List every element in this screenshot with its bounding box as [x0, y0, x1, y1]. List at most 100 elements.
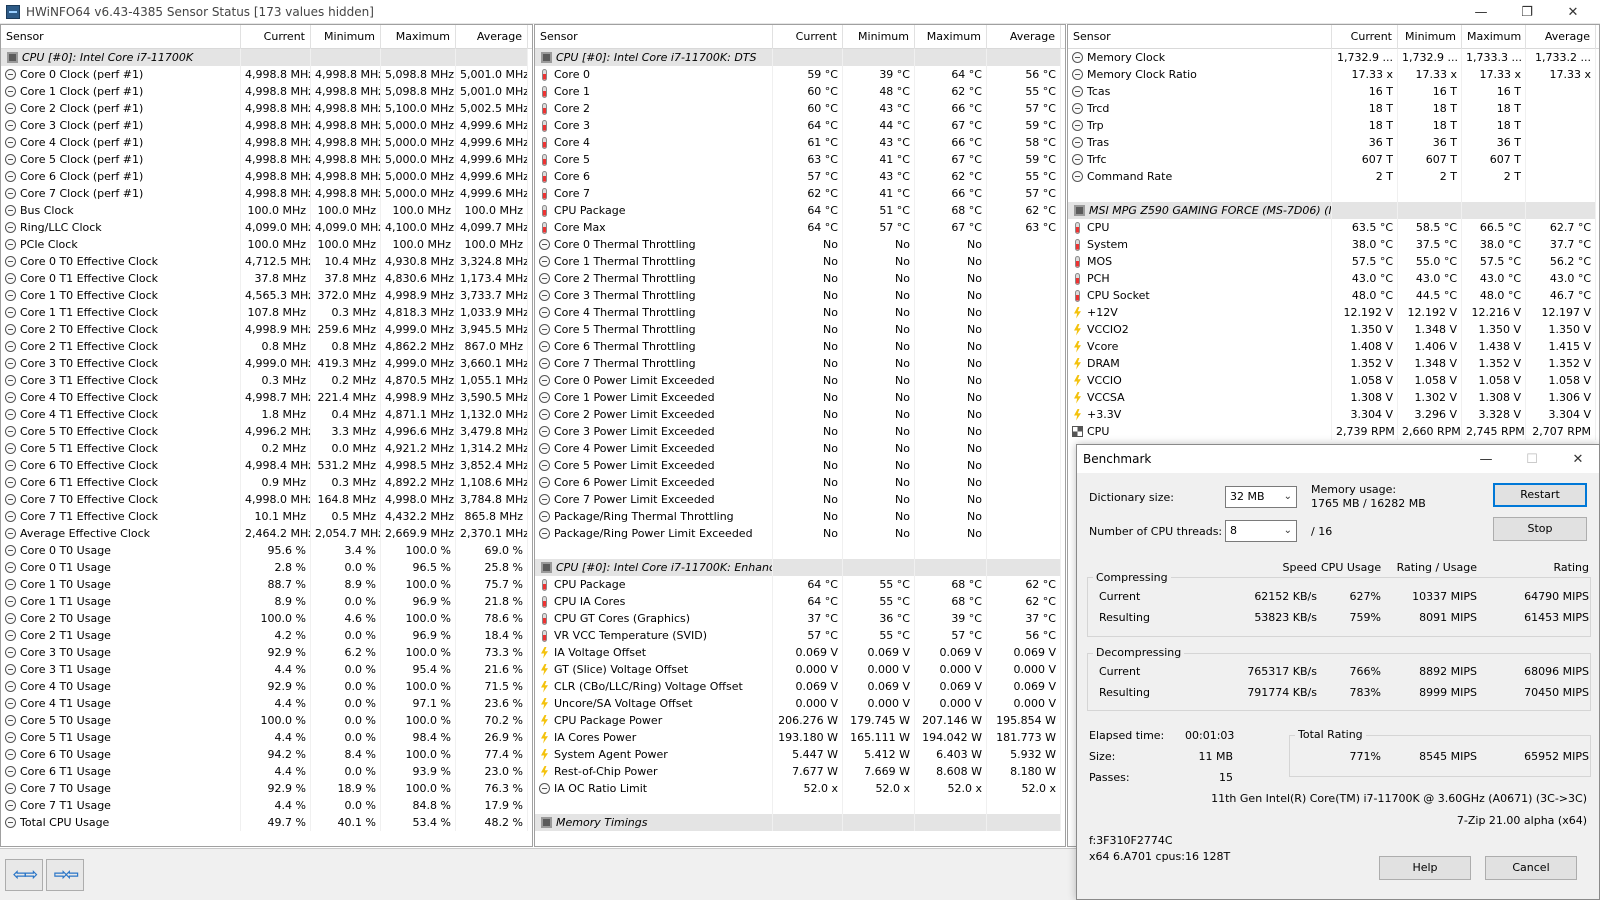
table-row[interactable]: IA OC Ratio Limit 52.0 x 52.0 x 52.0 x 52.0 … — [535, 780, 1065, 797]
table-row[interactable]: Core 3 T0 Effective Clock 4,999.0 MHz 419.… — [1, 355, 532, 372]
table-row[interactable]: Core 1 Clock (perf #1) 4,998.8 MHz 4,998.8… — [1, 83, 532, 100]
minimize-button[interactable]: — — [1458, 0, 1504, 24]
table-row[interactable]: Core 5 T1 Effective Clock 0.2 MHz 0.0 MHz 4… — [1, 440, 532, 457]
table-row[interactable]: Core 1 T0 Usage 88.7 % 8.9 % 100.0 % 75.7 % — [1, 576, 532, 593]
table-row[interactable]: +12V 12.192 V 12.192 V 12.216 V 12.197 V — [1068, 304, 1599, 321]
maximize-button[interactable]: ❐ — [1504, 0, 1550, 24]
table-row[interactable]: Core 0 T0 Effective Clock 4,712.5 MHz 10.4… — [1, 253, 532, 270]
table-row[interactable]: Core 7 62 °C 41 °C 66 °C 57 °C — [535, 185, 1065, 202]
table-row[interactable]: Core 4 61 °C 43 °C 66 °C 58 °C — [535, 134, 1065, 151]
table-row[interactable]: Core 1 Thermal Throttling No No No — [535, 253, 1065, 270]
table-row[interactable]: Trcd 18 T 18 T 18 T — [1068, 100, 1599, 117]
table-row[interactable]: Core 6 57 °C 43 °C 62 °C 55 °C — [535, 168, 1065, 185]
navigate-left-button[interactable]: ⇦⇨ — [5, 859, 43, 891]
table-row[interactable]: Core 0 Clock (perf #1) 4,998.8 MHz 4,998.8… — [1, 66, 532, 83]
table-row[interactable]: Core 5 63 °C 41 °C 67 °C 59 °C — [535, 151, 1065, 168]
table-row[interactable]: Core 5 T0 Usage 100.0 % 0.0 % 100.0 % 70.2 % — [1, 712, 532, 729]
table-row[interactable]: Core 6 T1 Usage 4.4 % 0.0 % 93.9 % 23.0 % — [1, 763, 532, 780]
table-row[interactable]: CPU 2,739 RPM 2,660 RPM 2,745 RPM 2,707 RPM — [1068, 423, 1599, 440]
table-row[interactable]: CPU Package 64 °C 55 °C 68 °C 62 °C — [535, 576, 1065, 593]
table-row[interactable]: Core 7 Clock (perf #1) 4,998.8 MHz 4,998.8… — [1, 185, 532, 202]
sensor-group-header[interactable]: CPU [#0]: Intel Core i7-11700K: Enhanced — [535, 559, 1065, 576]
table-row[interactable]: Core 4 Power Limit Exceeded No No No — [535, 440, 1065, 457]
column-header-average[interactable]: Average — [456, 25, 528, 49]
table-row[interactable]: Core 3 Thermal Throttling No No No — [535, 287, 1065, 304]
table-row[interactable]: Core 6 T0 Usage 94.2 % 8.4 % 100.0 % 77.4 % — [1, 746, 532, 763]
column-header-average[interactable]: Average — [1526, 25, 1596, 49]
table-row[interactable]: Core 2 T0 Usage 100.0 % 4.6 % 100.0 % 78.6 % — [1, 610, 532, 627]
sensor-panel-2[interactable]: Sensor Current Minimum Maximum Average CPU [… — [534, 24, 1066, 847]
table-row[interactable]: Core 0 T1 Effective Clock 37.8 MHz 37.8 MH… — [1, 270, 532, 287]
sensor-group-header[interactable]: MSI MPG Z590 GAMING FORCE (MS-7D06) (Nuv… — [1068, 202, 1599, 219]
table-row[interactable]: Core 1 60 °C 48 °C 62 °C 55 °C — [535, 83, 1065, 100]
table-row[interactable]: DRAM 1.352 V 1.348 V 1.352 V 1.352 V — [1068, 355, 1599, 372]
table-row[interactable]: Core 5 Clock (perf #1) 4,998.8 MHz 4,998.8… — [1, 151, 532, 168]
table-row[interactable]: Core 2 T0 Effective Clock 4,998.9 MHz 259.… — [1, 321, 532, 338]
cancel-button[interactable]: Cancel — [1485, 856, 1577, 880]
table-row[interactable]: Core 5 T0 Effective Clock 4,996.2 MHz 3.3 … — [1, 423, 532, 440]
table-row[interactable]: VR VCC Temperature (SVID) 57 °C 55 °C 57 °C… — [535, 627, 1065, 644]
table-row[interactable]: Core 0 59 °C 39 °C 64 °C 56 °C — [535, 66, 1065, 83]
table-row[interactable]: Core 5 Thermal Throttling No No No — [535, 321, 1065, 338]
dictionary-size-select[interactable]: 32 MB ⌄ — [1225, 486, 1297, 508]
table-row[interactable]: CPU 63.5 °C 58.5 °C 66.5 °C 62.7 °C — [1068, 219, 1599, 236]
table-row[interactable]: Rest-of-Chip Power 7.677 W 7.669 W 8.608 W 8… — [535, 763, 1065, 780]
table-row[interactable]: Memory Clock Ratio 17.33 x 17.33 x 17.33 x 1… — [1068, 66, 1599, 83]
table-row[interactable]: VCCIO2 1.350 V 1.348 V 1.350 V 1.350 V — [1068, 321, 1599, 338]
table-row[interactable]: Core 2 T1 Usage 4.2 % 0.0 % 96.9 % 18.4 % — [1, 627, 532, 644]
column-header-average[interactable]: Average — [987, 25, 1061, 49]
table-row[interactable]: Core 5 T1 Usage 4.4 % 0.0 % 98.4 % 26.9 % — [1, 729, 532, 746]
table-row[interactable]: Core 7 Thermal Throttling No No No — [535, 355, 1065, 372]
table-row[interactable]: Package/Ring Power Limit Exceeded No No No — [535, 525, 1065, 542]
column-header-current[interactable]: Current — [241, 25, 311, 49]
table-row[interactable]: Core 7 T1 Usage 4.4 % 0.0 % 84.8 % 17.9 % — [1, 797, 532, 814]
table-row[interactable]: Core 6 Thermal Throttling No No No — [535, 338, 1065, 355]
table-row[interactable]: CPU IA Cores 64 °C 55 °C 68 °C 62 °C — [535, 593, 1065, 610]
column-header-sensor[interactable]: Sensor — [1068, 25, 1332, 49]
benchmark-minimize-button[interactable]: — — [1463, 445, 1509, 473]
table-row[interactable]: Core 0 T1 Usage 2.8 % 0.0 % 96.5 % 25.8 % — [1, 559, 532, 576]
table-row[interactable]: Core 2 60 °C 43 °C 66 °C 57 °C — [535, 100, 1065, 117]
table-row[interactable]: Core 3 64 °C 44 °C 67 °C 59 °C — [535, 117, 1065, 134]
table-row[interactable]: CPU Package 64 °C 51 °C 68 °C 62 °C — [535, 202, 1065, 219]
table-row[interactable]: Core 6 T1 Effective Clock 0.9 MHz 0.3 MHz 4… — [1, 474, 532, 491]
table-row[interactable]: Core 4 Clock (perf #1) 4,998.8 MHz 4,998.8… — [1, 134, 532, 151]
table-row[interactable]: Core 4 T0 Usage 92.9 % 0.0 % 100.0 % 71.5 % — [1, 678, 532, 695]
table-row[interactable]: System Agent Power 5.447 W 5.412 W 6.403 W 5… — [535, 746, 1065, 763]
table-row[interactable]: Memory Clock 1,732.9 ... 1,732.9 ... 1,733.… — [1068, 49, 1599, 66]
table-row[interactable]: Average Effective Clock 2,464.2 MHz 2,054.… — [1, 525, 532, 542]
table-row[interactable]: Core 4 T1 Effective Clock 1.8 MHz 0.4 MHz 4… — [1, 406, 532, 423]
table-row[interactable]: Core 3 Clock (perf #1) 4,998.8 MHz 4,998.8… — [1, 117, 532, 134]
table-row[interactable]: CLR (CBo/LLC/Ring) Voltage Offset 0.069 V… — [535, 678, 1065, 695]
table-row[interactable]: Core 0 Power Limit Exceeded No No No — [535, 372, 1065, 389]
table-row[interactable]: Core 4 T0 Effective Clock 4,998.7 MHz 221.… — [1, 389, 532, 406]
table-row[interactable]: PCIe Clock 100.0 MHz 100.0 MHz 100.0 MHz 100… — [1, 236, 532, 253]
table-row[interactable]: Core 1 Power Limit Exceeded No No No — [535, 389, 1065, 406]
table-row[interactable]: Core 2 Thermal Throttling No No No — [535, 270, 1065, 287]
table-row[interactable]: CPU GT Cores (Graphics) 37 °C 36 °C 39 °C 37… — [535, 610, 1065, 627]
table-row[interactable]: Command Rate 2 T 2 T 2 T — [1068, 168, 1599, 185]
table-row[interactable]: Core 1 T1 Effective Clock 107.8 MHz 0.3 MH… — [1, 304, 532, 321]
table-row[interactable]: Core 3 Power Limit Exceeded No No No — [535, 423, 1065, 440]
table-row[interactable]: Core 0 Thermal Throttling No No No — [535, 236, 1065, 253]
sensor-panel-1[interactable]: Sensor Current Minimum Maximum Average CPU [… — [0, 24, 533, 847]
column-header-current[interactable]: Current — [1332, 25, 1398, 49]
column-header-maximum[interactable]: Maximum — [381, 25, 456, 49]
table-row[interactable]: Trfc 607 T 607 T 607 T — [1068, 151, 1599, 168]
table-row[interactable]: CPU Package Power 206.276 W 179.745 W 207.1… — [535, 712, 1065, 729]
navigate-right-button[interactable]: ⇨⇦ — [46, 859, 84, 891]
sensor-group-header[interactable]: Memory Timings — [535, 814, 1065, 831]
table-row[interactable]: CPU Socket 48.0 °C 44.5 °C 48.0 °C 46.7 °C — [1068, 287, 1599, 304]
table-row[interactable]: Core 3 T1 Usage 4.4 % 0.0 % 95.4 % 21.6 % — [1, 661, 532, 678]
column-header-sensor[interactable]: Sensor — [535, 25, 773, 49]
table-row[interactable]: Tcas 16 T 16 T 16 T — [1068, 83, 1599, 100]
sensor-group-header[interactable]: CPU [#0]: Intel Core i7-11700K: DTS — [535, 49, 1065, 66]
table-row[interactable]: Core 6 Power Limit Exceeded No No No — [535, 474, 1065, 491]
table-row[interactable]: IA Cores Power 193.180 W 165.111 W 194.042 … — [535, 729, 1065, 746]
table-row[interactable]: Core 1 T0 Effective Clock 4,565.3 MHz 372.… — [1, 287, 532, 304]
table-row[interactable]: Core 2 Clock (perf #1) 4,998.8 MHz 4,998.8… — [1, 100, 532, 117]
benchmark-close-button[interactable]: ✕ — [1555, 445, 1600, 473]
cpu-threads-select[interactable]: 8 ⌄ — [1225, 520, 1297, 542]
table-row[interactable]: VCCSA 1.308 V 1.302 V 1.308 V 1.306 V — [1068, 389, 1599, 406]
table-row[interactable]: Core 0 T0 Usage 95.6 % 3.4 % 100.0 % 69.0 % — [1, 542, 532, 559]
